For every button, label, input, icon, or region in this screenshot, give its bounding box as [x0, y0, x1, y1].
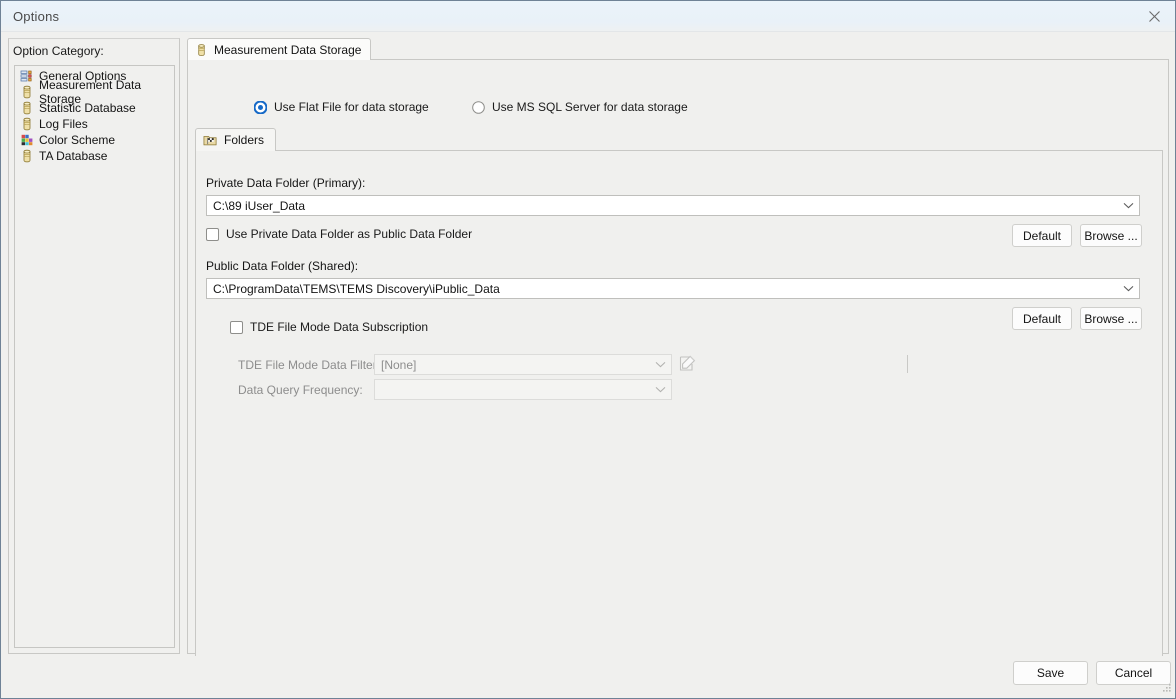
radio-selected-icon [254, 100, 267, 114]
radio-label: Use Flat File for data storage [274, 100, 429, 114]
folders-panel: Private Data Folder (Primary): C:\89 iUs… [195, 150, 1163, 665]
tde-filter-value: [None] [381, 357, 417, 372]
tde-filter-select[interactable]: [None] [374, 354, 672, 375]
sidebar-item-label: Color Scheme [39, 133, 116, 147]
options-dialog: Options Option Category: General Options [0, 0, 1176, 699]
dialog-footer: Save Cancel [1, 656, 1175, 698]
folder-flag-icon [203, 136, 217, 146]
chevron-down-icon[interactable] [649, 386, 671, 393]
public-data-folder-input[interactable]: C:\ProgramData\TEMS\TEMS Discovery\iPubl… [206, 278, 1140, 299]
use-private-as-public-checkbox[interactable]: Use Private Data Folder as Public Data F… [206, 227, 472, 241]
resize-grip-icon[interactable] [1160, 683, 1172, 695]
database-icon [23, 101, 31, 115]
data-query-frequency-label: Data Query Frequency: [238, 383, 363, 397]
public-data-folder-value: C:\ProgramData\TEMS\TEMS Discovery\iPubl… [213, 281, 500, 296]
private-data-folder-input[interactable]: C:\89 iUser_Data [206, 195, 1140, 216]
tde-filter-label: TDE File Mode Data Filter: [238, 358, 381, 372]
private-default-button[interactable]: Default [1012, 224, 1072, 247]
radio-use-flat-file[interactable]: Use Flat File for data storage [254, 100, 429, 114]
data-query-frequency-select[interactable] [374, 379, 672, 400]
filter-row-separator [907, 355, 908, 373]
radio-unselected-icon [472, 100, 485, 114]
public-browse-button[interactable]: Browse ... [1080, 307, 1142, 330]
database-icon [198, 43, 205, 56]
public-data-folder-label: Public Data Folder (Shared): [206, 259, 359, 273]
color-palette-icon [21, 134, 33, 146]
window-title: Options [13, 9, 60, 24]
tab-folders[interactable]: Folders [195, 128, 277, 151]
list-settings-icon [20, 70, 32, 82]
sidebar-item-measurement-data-storage[interactable]: Measurement Data Storage [15, 78, 174, 106]
close-button[interactable] [1131, 1, 1175, 32]
title-bar: Options [1, 1, 1175, 32]
checkbox-label: TDE File Mode Data Subscription [250, 320, 429, 334]
checkbox-unchecked-icon [230, 320, 243, 334]
storage-mode-radio-group: Use Flat File for data storage Use MS SQ… [188, 100, 1170, 120]
tab-label: Folders [224, 133, 265, 147]
sidebar-item-label: Statistic Database [39, 101, 136, 115]
close-icon [1148, 11, 1160, 22]
database-icon [23, 149, 31, 163]
sidebar-item-log-files[interactable]: Log Files [15, 116, 174, 132]
cancel-button[interactable]: Cancel [1096, 661, 1171, 685]
radio-use-ms-sql-server[interactable]: Use MS SQL Server for data storage [472, 100, 688, 114]
database-icon [23, 117, 31, 131]
content-area: Measurement Data Storage Use Flat File f… [187, 38, 1170, 665]
public-default-button[interactable]: Default [1012, 307, 1072, 330]
option-category-panel: Option Category: General Options Measure… [8, 38, 180, 654]
sidebar-item-color-scheme[interactable]: Color Scheme [15, 132, 174, 148]
private-browse-button[interactable]: Browse ... [1080, 224, 1142, 247]
private-data-folder-label: Private Data Folder (Primary): [206, 176, 366, 190]
private-data-folder-value: C:\89 iUser_Data [213, 198, 306, 213]
checkbox-unchecked-icon [206, 227, 219, 241]
measurement-data-storage-panel: Use Flat File for data storage Use MS SQ… [187, 59, 1170, 665]
sidebar-item-label: TA Database [39, 149, 108, 163]
chevron-down-icon[interactable] [649, 361, 671, 368]
save-button[interactable]: Save [1013, 661, 1088, 685]
tab-label: Measurement Data Storage [214, 42, 362, 57]
radio-label: Use MS SQL Server for data storage [492, 100, 688, 114]
edit-pencil-icon [679, 355, 696, 371]
tde-filter-edit-button[interactable] [678, 354, 698, 374]
tab-measurement-data-storage[interactable]: Measurement Data Storage [187, 38, 372, 60]
tde-subscription-checkbox[interactable]: TDE File Mode Data Subscription [230, 320, 428, 334]
sidebar-item-ta-database[interactable]: TA Database [15, 148, 174, 164]
database-icon [23, 85, 31, 99]
option-category-list[interactable]: General Options Measurement Data Storage… [14, 65, 175, 648]
checkbox-label: Use Private Data Folder as Public Data F… [226, 227, 473, 241]
sidebar-item-label: Log Files [39, 117, 88, 131]
chevron-down-icon[interactable] [1117, 285, 1139, 292]
chevron-down-icon[interactable] [1117, 202, 1139, 209]
option-category-label: Option Category: [13, 44, 104, 58]
